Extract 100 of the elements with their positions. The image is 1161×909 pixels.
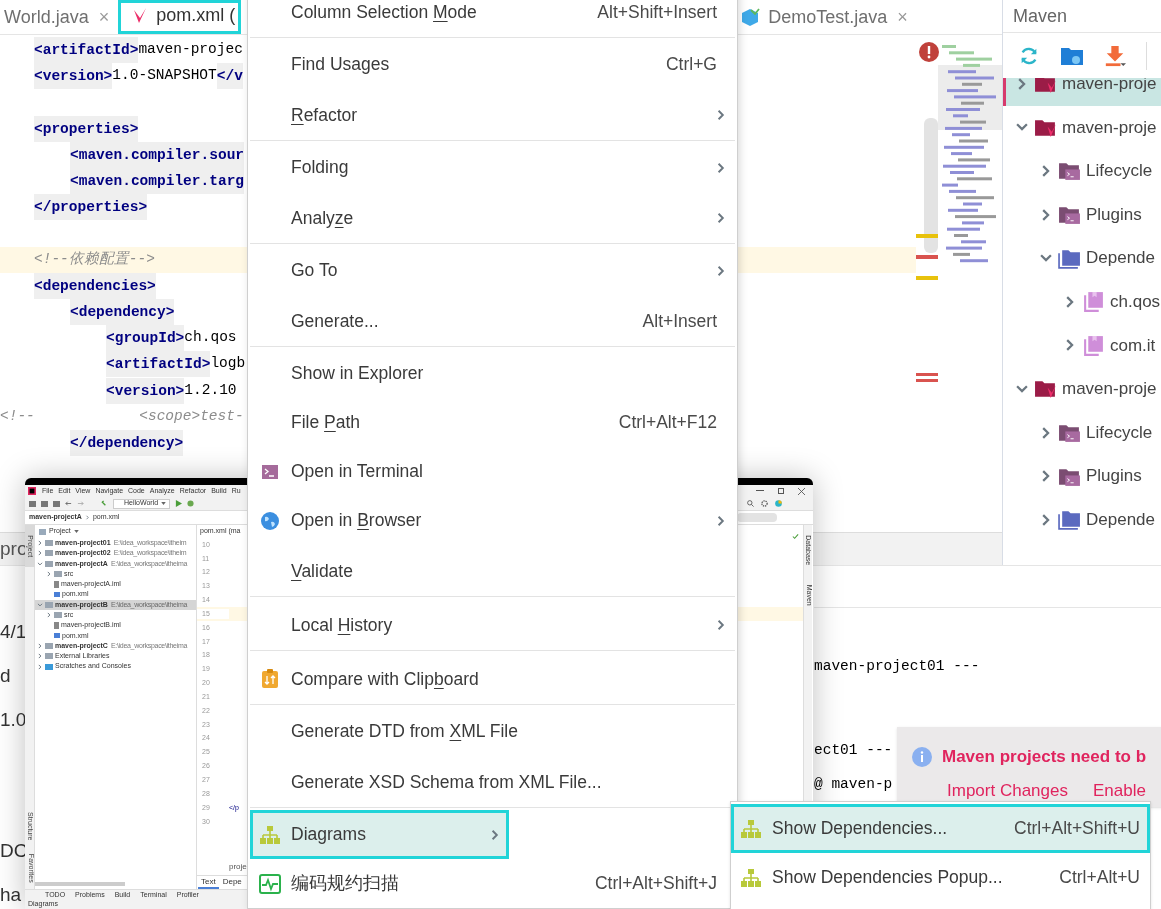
link[interactable]: Enable — [1092, 777, 1146, 803]
console-text: d — [0, 664, 11, 686]
menu-item[interactable]: Go To — [250, 246, 735, 295]
tag-value: 1.2.10 — [184, 380, 237, 400]
chevron-right-icon[interactable] — [84, 515, 90, 520]
console-text: @ maven-p — [814, 774, 893, 794]
link[interactable]: Import Changes — [947, 777, 1068, 803]
tree-item[interactable]: Plugins — [1003, 192, 1161, 237]
console-text: maven-project01 --- — [814, 657, 980, 676]
tag-value: maven-projec — [138, 40, 243, 60]
info-icon — [912, 746, 932, 767]
xml-tag: <maven.compiler.sour — [70, 141, 245, 168]
tag-value: ch.qos — [184, 328, 237, 348]
menu-item[interactable]: Generate... Alt+Insert — [250, 295, 735, 347]
shortcut-label: Ctrl+Alt+Shift+J — [594, 872, 717, 896]
shortcut-label: Ctrl+Alt+F12 — [618, 411, 717, 435]
notification-title: Maven projects need to b — [942, 746, 1147, 768]
tree-item[interactable]: Depende — [1003, 497, 1161, 542]
menu-item[interactable]: Validate — [250, 545, 735, 597]
menu-item[interactable]: Show Dependencies Popup... Ctrl+Alt+U — [731, 853, 1150, 902]
terminal-folder-icon — [1058, 422, 1081, 444]
menu-item[interactable]: Column Selection Mode Alt+Shift+Insert — [250, 0, 735, 38]
menu-item[interactable]: Find Usages Ctrl+G — [250, 40, 735, 89]
xml-tag: <groupId> — [106, 325, 185, 352]
tree-item[interactable]: maven-proje — [1003, 105, 1161, 150]
scrollbar-thumb[interactable] — [737, 513, 777, 522]
console-text: 4/1 — [0, 620, 27, 642]
xml-tag: <dependencies> — [34, 272, 156, 299]
tree-item[interactable]: ch.qos — [1003, 279, 1161, 324]
scrollbar-thumb[interactable] — [35, 882, 125, 886]
chevron-right-icon[interactable] — [37, 643, 43, 650]
tree-item[interactable]: Lifecycle — [1003, 410, 1161, 455]
xml-tag: <maven.compiler.targ — [70, 168, 245, 195]
download-icon[interactable] — [1104, 44, 1126, 67]
menu-item[interactable]: Generate XSD Schema from XML File... — [250, 756, 735, 808]
pulse-icon — [259, 873, 281, 894]
menu-item[interactable]: Compare with Clipboard — [250, 653, 735, 705]
menu-item[interactable]: Analyze — [250, 192, 735, 244]
menu-item[interactable]: Show Dependencies... Ctrl+Alt+Shift+U — [731, 804, 1150, 853]
maven-folder-icon — [1034, 378, 1057, 400]
chevron-right-icon[interactable] — [46, 571, 52, 578]
close-icon[interactable] — [798, 487, 805, 495]
library-icon — [1082, 334, 1105, 356]
chevron-down-icon[interactable] — [37, 601, 43, 608]
menu-item[interactable]: Diagrams — [250, 810, 509, 859]
chevron-right-icon[interactable] — [37, 540, 43, 547]
shortcut-label: Alt+Shift+Insert — [597, 0, 717, 24]
debug-icon[interactable] — [187, 500, 195, 507]
tree-item[interactable]: Plugins — [1003, 454, 1161, 498]
error-icon — [919, 42, 939, 62]
xml-tag: <artifactId> — [34, 37, 139, 64]
editor-tab[interactable]: DemoTest.java × — [736, 0, 914, 34]
editor-tab[interactable]: World.java × — [0, 0, 116, 34]
terminal-folder-icon — [1058, 204, 1081, 226]
search-icon[interactable] — [747, 500, 754, 507]
code-comment: <!-- <scope>test- — [0, 406, 244, 426]
settings-icon[interactable] — [761, 500, 768, 507]
editor-footer-text: proje — [228, 861, 248, 873]
xml-tag: <version> — [106, 377, 185, 404]
tree-item[interactable]: maven-proje — [1003, 367, 1161, 411]
console-text: 1.0 — [0, 708, 27, 730]
compare-icon — [261, 669, 279, 689]
tree-item[interactable]: Depende — [1003, 236, 1161, 280]
terminal-icon — [261, 462, 279, 481]
tag-value: logb — [210, 354, 246, 374]
cube-icon — [740, 7, 761, 27]
menu-item[interactable]: Show in Explorer — [250, 349, 735, 398]
terminal-folder-icon — [1058, 160, 1081, 182]
console-text: ha — [0, 883, 22, 905]
chevron-right-icon[interactable] — [37, 653, 43, 660]
menu-item[interactable]: Open in Terminal — [250, 447, 735, 496]
chevron-down-icon[interactable] — [37, 560, 43, 567]
tree-item[interactable]: Lifecycle — [1003, 149, 1161, 193]
menu-item[interactable]: File Path Ctrl+Alt+F12 — [250, 398, 735, 447]
chevron-right-icon[interactable] — [37, 550, 43, 557]
shortcut-label: Alt+Insert — [642, 309, 717, 333]
panel-icon — [39, 528, 46, 535]
menu-item[interactable]: Generate DTD from XML File — [250, 707, 735, 756]
back-icon[interactable] — [65, 500, 72, 507]
chevron-right-icon[interactable] — [37, 663, 43, 670]
caret-icon[interactable] — [161, 502, 167, 505]
menu-item[interactable]: Folding — [250, 143, 735, 192]
restore-icon[interactable] — [778, 487, 784, 494]
editor-bottom-tab[interactable]: Depe — [219, 876, 245, 889]
menu-item[interactable]: Open in Browser — [250, 496, 735, 545]
console-text: DC — [0, 840, 28, 861]
chevron-right-icon[interactable] — [46, 612, 52, 619]
panel-title: Maven — [1013, 4, 1068, 28]
hierarchy-icon — [740, 867, 762, 888]
menu-item[interactable]: Local History — [250, 599, 735, 651]
menu-item[interactable]: Refactor — [250, 89, 735, 141]
run-icon[interactable] — [175, 500, 183, 507]
editor-tab[interactable]: pom.xml ( — [118, 0, 242, 34]
minimize-icon[interactable] — [756, 489, 764, 491]
globe-icon — [260, 510, 280, 531]
console-text: ect01 --- — [814, 740, 893, 760]
hammer-icon[interactable] — [101, 500, 108, 507]
plugin-logo-icon[interactable] — [775, 500, 782, 507]
check-icon — [792, 533, 799, 540]
tree-item[interactable]: com.it — [1003, 323, 1161, 368]
